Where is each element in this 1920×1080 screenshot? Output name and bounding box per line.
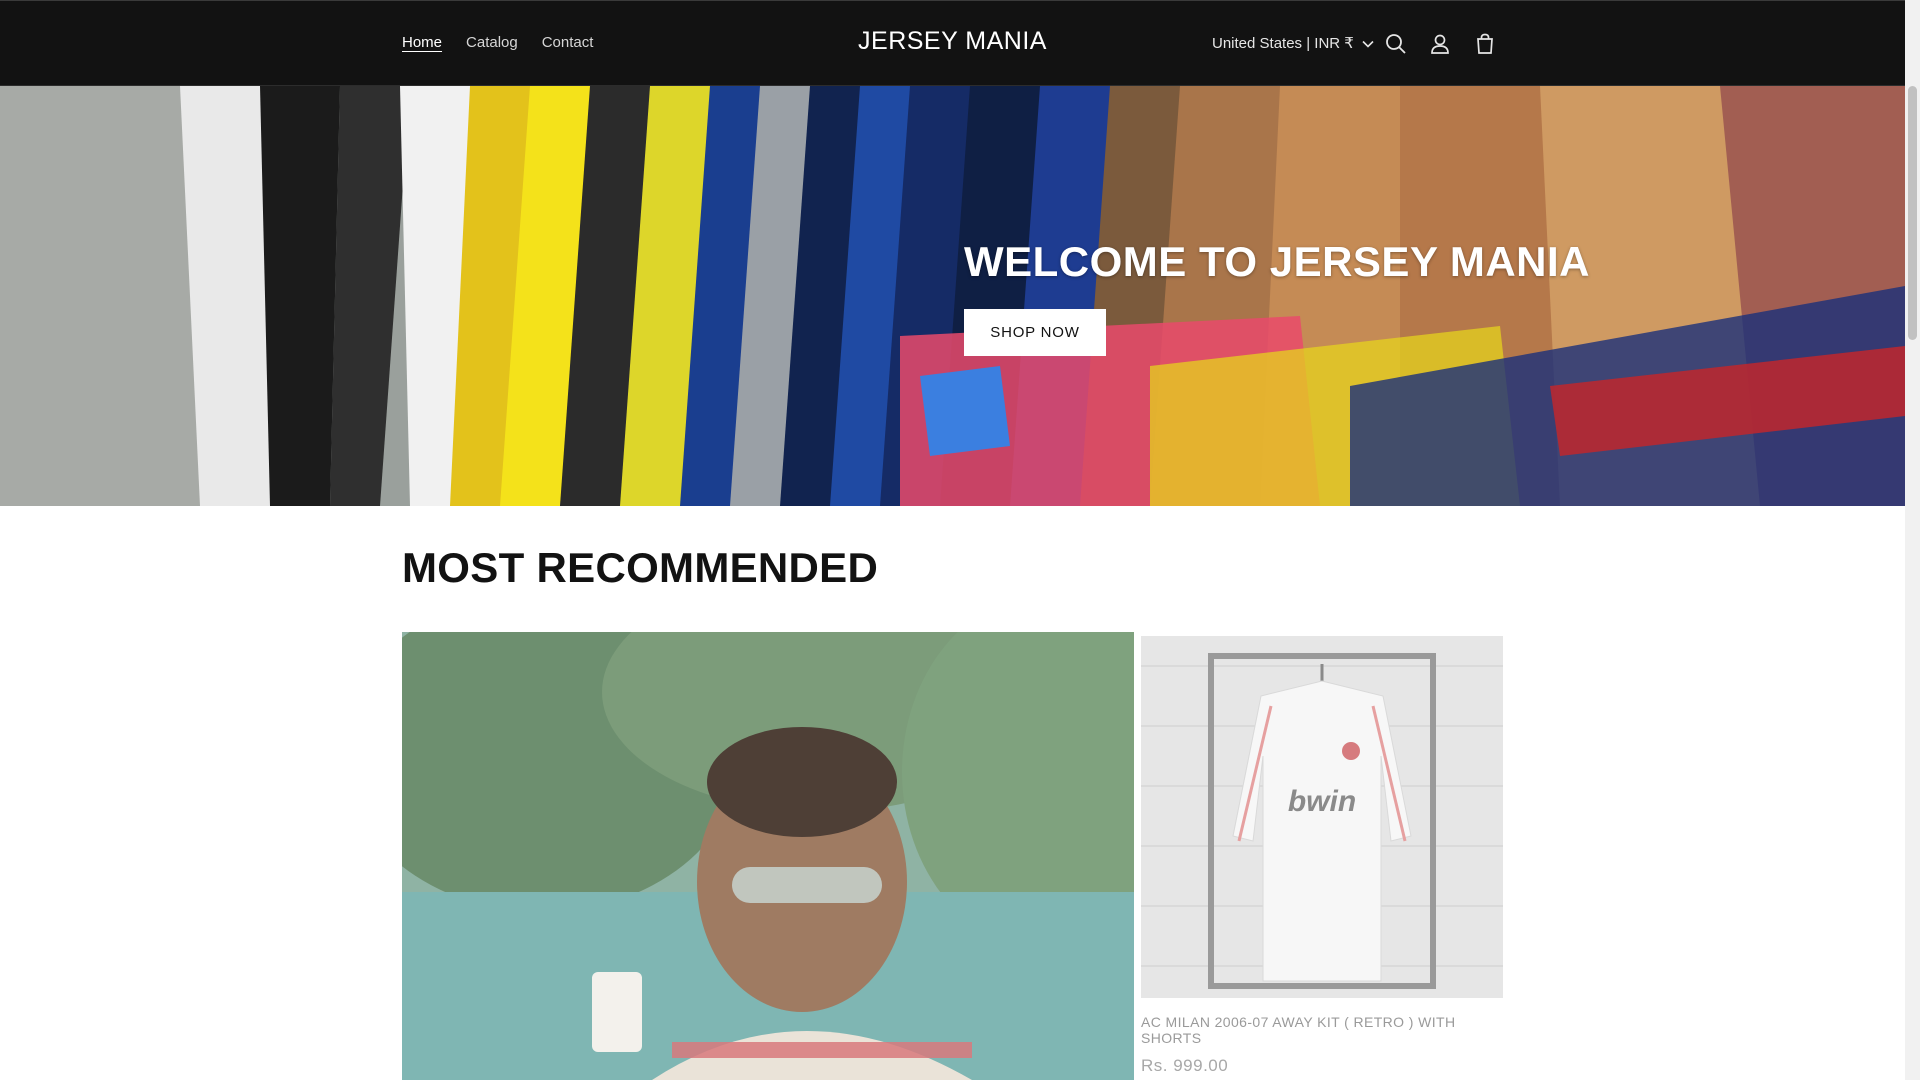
site-header: Home Catalog Contact JERSEY MANIA United…: [0, 0, 1905, 86]
product-image[interactable]: bwin: [1141, 636, 1503, 998]
shop-now-button[interactable]: SHOP NOW: [964, 309, 1106, 356]
country-label: United States | INR ₹: [1212, 35, 1354, 52]
cart-icon[interactable]: [1472, 31, 1498, 57]
chevron-down-icon: [1362, 35, 1374, 52]
jersey-sponsor-text: bwin: [1288, 785, 1356, 818]
product-price: Rs. 999.00: [1141, 1056, 1229, 1075]
hero-background-image: [0, 86, 1905, 506]
hero-banner: WELCOME TO JERSEY MANIA SHOP NOW: [0, 86, 1905, 506]
scrollbar-thumb[interactable]: [1908, 86, 1917, 340]
product-card[interactable]: bwin AC MILAN 2006-07 AWAY KIT ( RETRO )…: [1141, 636, 1503, 1076]
section-title: MOST RECOMMENDED: [402, 544, 879, 591]
country-currency-selector[interactable]: United States | INR ₹: [1212, 34, 1374, 52]
account-icon[interactable]: [1427, 31, 1453, 57]
product-title[interactable]: AC MILAN 2006-07 AWAY KIT ( RETRO ) WITH…: [1141, 1014, 1503, 1046]
featured-image[interactable]: [402, 632, 1134, 1080]
page-scrollbar[interactable]: [1905, 0, 1920, 1080]
store-logo[interactable]: JERSEY MANIA: [0, 27, 1905, 56]
hero-title: WELCOME TO JERSEY MANIA: [964, 238, 1591, 285]
search-icon[interactable]: [1383, 31, 1409, 57]
